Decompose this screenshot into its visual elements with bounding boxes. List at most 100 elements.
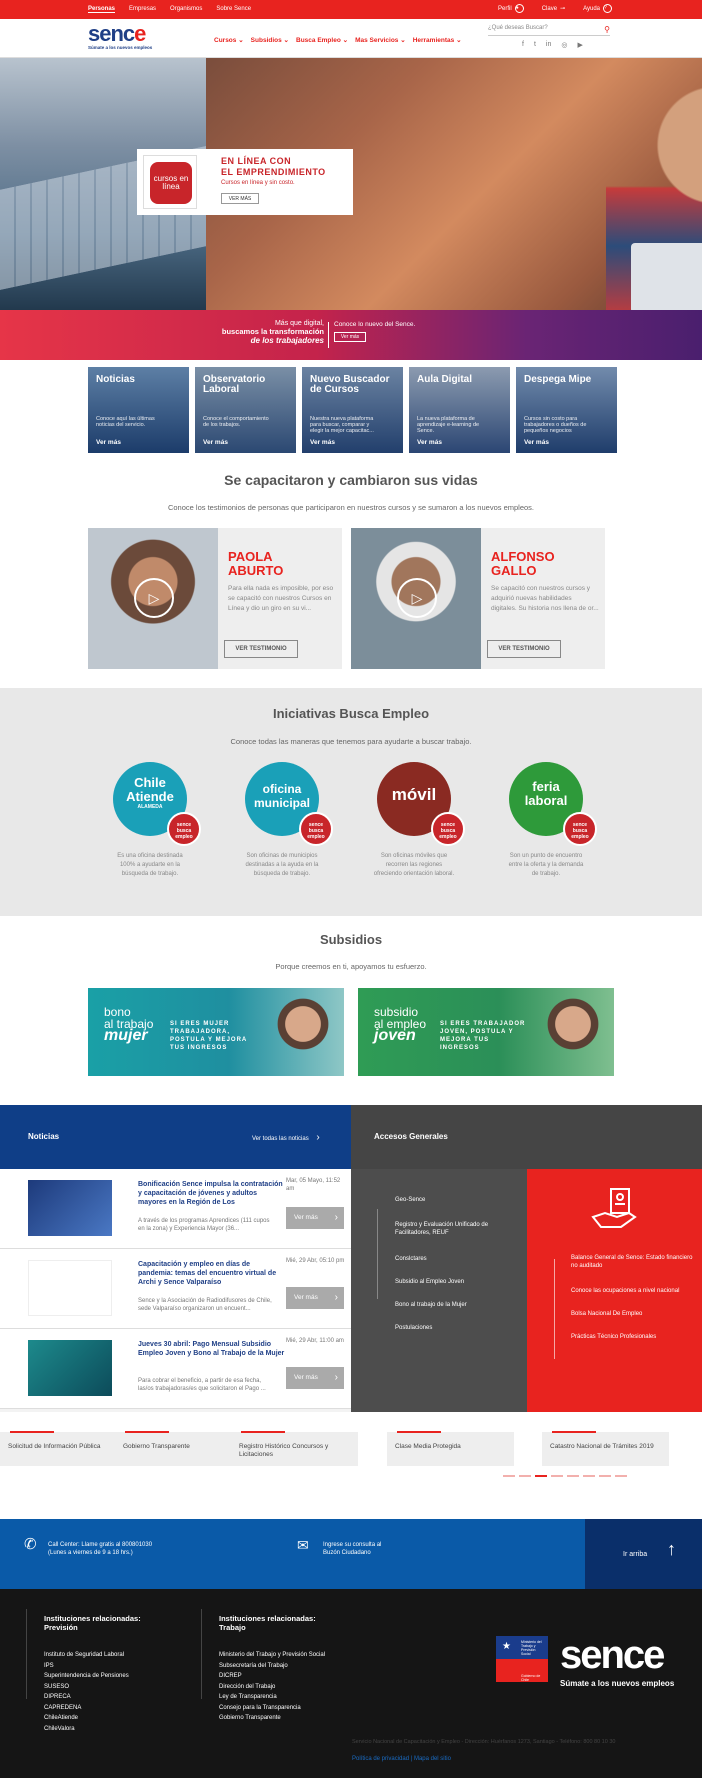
- privacy-policy-link[interactable]: Política de privacidad: [352, 1756, 409, 1762]
- user-icon: ●: [514, 4, 524, 13]
- carousel-item[interactable]: Registro Histórico Concursos y Licitacio…: [231, 1431, 358, 1466]
- ver-todas-noticias-link[interactable]: Ver todas las noticias ›: [252, 1132, 320, 1143]
- news-thumbnail[interactable]: [28, 1340, 112, 1396]
- mail-icon: ✉: [297, 1537, 309, 1553]
- footer-link[interactable]: DICREP: [219, 1671, 325, 1682]
- nav-cursos[interactable]: Cursos ⌄: [214, 36, 244, 44]
- footer-link[interactable]: IPS: [44, 1661, 141, 1672]
- testimonio-card: ▷ ALFONSO GALLO Se capacitó con nuestros …: [351, 528, 605, 669]
- twitter-icon[interactable]: t: [534, 41, 536, 49]
- footer-link[interactable]: Gobierno Transparente: [219, 1713, 325, 1724]
- ver-testimonio-button[interactable]: VER TESTIMONIO: [224, 640, 298, 658]
- nav-mas-servicios[interactable]: Mas Servicios ⌄: [355, 36, 406, 44]
- tile-noticias[interactable]: Noticias Conoce aquí las últimas noticias…: [88, 367, 189, 453]
- acceso-destacado-link[interactable]: Conoce las ocupaciones a nivel nacional: [571, 1287, 699, 1295]
- subsidios-subtitle: Porque creemos en ti, apoyamos tu esfuer…: [275, 962, 427, 971]
- chevron-right-icon: ›: [316, 1132, 320, 1143]
- acceso-link[interactable]: Registro y Evaluación Unificado de Facil…: [395, 1221, 513, 1237]
- banner-bono-mujer[interactable]: bono al trabajo mujer SI ERES MUJER TRABAJ…: [88, 988, 344, 1076]
- busca-empleo-stamp: sence busca empleo: [299, 812, 333, 846]
- instagram-icon[interactable]: ◎: [561, 41, 567, 49]
- search-icon[interactable]: ⚲: [604, 25, 610, 34]
- footer-link[interactable]: SUSESO: [44, 1682, 141, 1693]
- ir-arriba-button[interactable]: Ir arriba ↑: [585, 1519, 702, 1589]
- tile-observatorio[interactable]: Observatorio Laboral Conoce el comportami…: [195, 367, 296, 453]
- carousel-dot[interactable]: [503, 1475, 515, 1477]
- acceso-link[interactable]: Conslctares: [395, 1255, 513, 1263]
- star-icon: ★: [502, 1641, 511, 1652]
- tab-organismos[interactable]: Organismos: [170, 6, 202, 13]
- nav-busca-empleo[interactable]: Busca Empleo ⌄: [296, 36, 348, 44]
- tab-personas[interactable]: Personas: [88, 6, 116, 13]
- footer-link[interactable]: Dirección del Trabajo: [219, 1682, 325, 1693]
- transformacion-banner[interactable]: Más que digital, buscamos la transformac…: [0, 310, 702, 360]
- clave-link[interactable]: Clave ⊸: [542, 5, 565, 13]
- carousel-item[interactable]: Clase Media Protegida: [387, 1431, 514, 1466]
- iniciativa-oficina-municipal[interactable]: oficina municipal sence busca empleo Son o…: [217, 762, 347, 879]
- carousel-dot[interactable]: [535, 1475, 547, 1477]
- acceso-link[interactable]: Bono al trabajo de la Mujer: [395, 1301, 513, 1309]
- phone-icon: ✆: [24, 1536, 37, 1553]
- footer-link[interactable]: Subsecretaría del Trabajo: [219, 1661, 325, 1672]
- footer-link[interactable]: ChileAtiende: [44, 1713, 141, 1724]
- news-thumbnail[interactable]: [28, 1260, 112, 1316]
- acceso-link[interactable]: Postulaciones: [395, 1324, 513, 1332]
- hero-banner[interactable]: cursos en línea EN LÍNEA CON EL EMPRENDIM…: [0, 58, 702, 310]
- buzon-ciudadano[interactable]: ✉ Ingrese su consulta al Buzón Ciudadano: [297, 1537, 381, 1557]
- tab-sobre-sence[interactable]: Sobre Sence: [216, 6, 251, 13]
- footer-link[interactable]: Ministerio del Trabajo y Previsión Socia…: [219, 1650, 325, 1661]
- iniciativa-feria-laboral[interactable]: feria laboral sence busca empleo Son un pu…: [481, 762, 611, 879]
- carousel-dot[interactable]: [551, 1475, 563, 1477]
- carousel-dot[interactable]: [599, 1475, 611, 1477]
- ver-mas-button[interactable]: Ver más ›: [286, 1287, 344, 1309]
- call-center[interactable]: ✆ Call Center: Llame gratis al 800801030…: [24, 1536, 152, 1557]
- linkedin-icon[interactable]: in: [546, 41, 551, 49]
- footer-link[interactable]: Consejo para la Transparencia: [219, 1703, 325, 1714]
- nav-subsidios[interactable]: Subsidios ⌄: [251, 36, 289, 44]
- chevron-down-icon: ⌄: [283, 37, 289, 44]
- tile-despega-mipe[interactable]: Despega Mipe Cursos sin costo para trabaj…: [516, 367, 617, 453]
- acceso-link[interactable]: Geo-Sence: [395, 1196, 513, 1204]
- acceso-destacado-link[interactable]: Balance General de Sence: Estado financi…: [571, 1254, 699, 1270]
- banner-subsidio-joven[interactable]: subsidio al empleo joven SI ERES TRABAJADO…: [358, 988, 614, 1076]
- tab-empresas[interactable]: Empresas: [129, 6, 156, 13]
- youtube-icon[interactable]: ▶: [577, 41, 582, 49]
- iniciativa-chile-atiende[interactable]: Chile Atiende ALAMEDA sence busca empleo Es…: [85, 762, 215, 879]
- sence-logo[interactable]: sence Súmate a los nuevos empleos: [88, 23, 152, 51]
- play-icon[interactable]: ▷: [397, 578, 437, 618]
- footer-link[interactable]: Superintendencia de Pensiones: [44, 1671, 141, 1682]
- band-ver-mas-button[interactable]: Ver más: [334, 332, 366, 342]
- ayuda-link[interactable]: Ayuda?: [583, 4, 612, 13]
- search-input[interactable]: ¿Qué deseas Buscar? ⚲: [488, 25, 610, 36]
- news-thumbnail[interactable]: [28, 1180, 112, 1236]
- carousel-item[interactable]: Gobierno Transparente: [115, 1431, 242, 1466]
- acceso-destacado-link[interactable]: Prácticas Técnico Profesionales: [571, 1333, 699, 1341]
- carousel-dot[interactable]: [567, 1475, 579, 1477]
- facebook-icon[interactable]: f: [522, 41, 524, 49]
- ver-mas-button[interactable]: Ver más ›: [286, 1207, 344, 1229]
- footer-link[interactable]: CAPREDENA: [44, 1703, 141, 1714]
- footer-link[interactable]: DIPRECA: [44, 1692, 141, 1703]
- carousel-item[interactable]: Solicitud de Información Pública: [0, 1431, 127, 1466]
- tile-aula-digital[interactable]: Aula Digital La nueva plataforma de apren…: [409, 367, 510, 453]
- tile-buscador[interactable]: Nuevo Buscador de Cursos Nuestra nueva pl…: [302, 367, 403, 453]
- carousel-item[interactable]: Catastro Nacional de Trámites 2019: [542, 1431, 669, 1466]
- carousel-dot[interactable]: [615, 1475, 627, 1477]
- perfil-link[interactable]: Perfil ●: [498, 4, 524, 13]
- subsidios-title: Subsidios: [319, 932, 383, 947]
- ver-testimonio-button[interactable]: VER TESTIMONIO: [487, 640, 561, 658]
- divider: [328, 322, 329, 348]
- ver-mas-button[interactable]: Ver más ›: [286, 1367, 344, 1389]
- acceso-destacado-link[interactable]: Bolsa Nacional De Empleo: [571, 1310, 699, 1318]
- sitemap-link[interactable]: Mapa del sitio: [414, 1756, 451, 1762]
- carousel-dot[interactable]: [519, 1475, 531, 1477]
- nav-herramientas[interactable]: Herramientas ⌄: [413, 36, 462, 44]
- carousel-dot[interactable]: [583, 1475, 595, 1477]
- acceso-link[interactable]: Subsidio al Empleo Joven: [395, 1278, 513, 1286]
- play-icon[interactable]: ▷: [134, 578, 174, 618]
- iniciativa-movil[interactable]: móvil sence busca empleo Son oficinas móv…: [349, 762, 479, 879]
- footer-link[interactable]: Ley de Transparencia: [219, 1692, 325, 1703]
- hero-ver-mas-button[interactable]: VER MÁS: [221, 193, 259, 204]
- footer-link[interactable]: ChileValora: [44, 1724, 141, 1735]
- footer-link[interactable]: Instituto de Seguridad Laboral: [44, 1650, 141, 1661]
